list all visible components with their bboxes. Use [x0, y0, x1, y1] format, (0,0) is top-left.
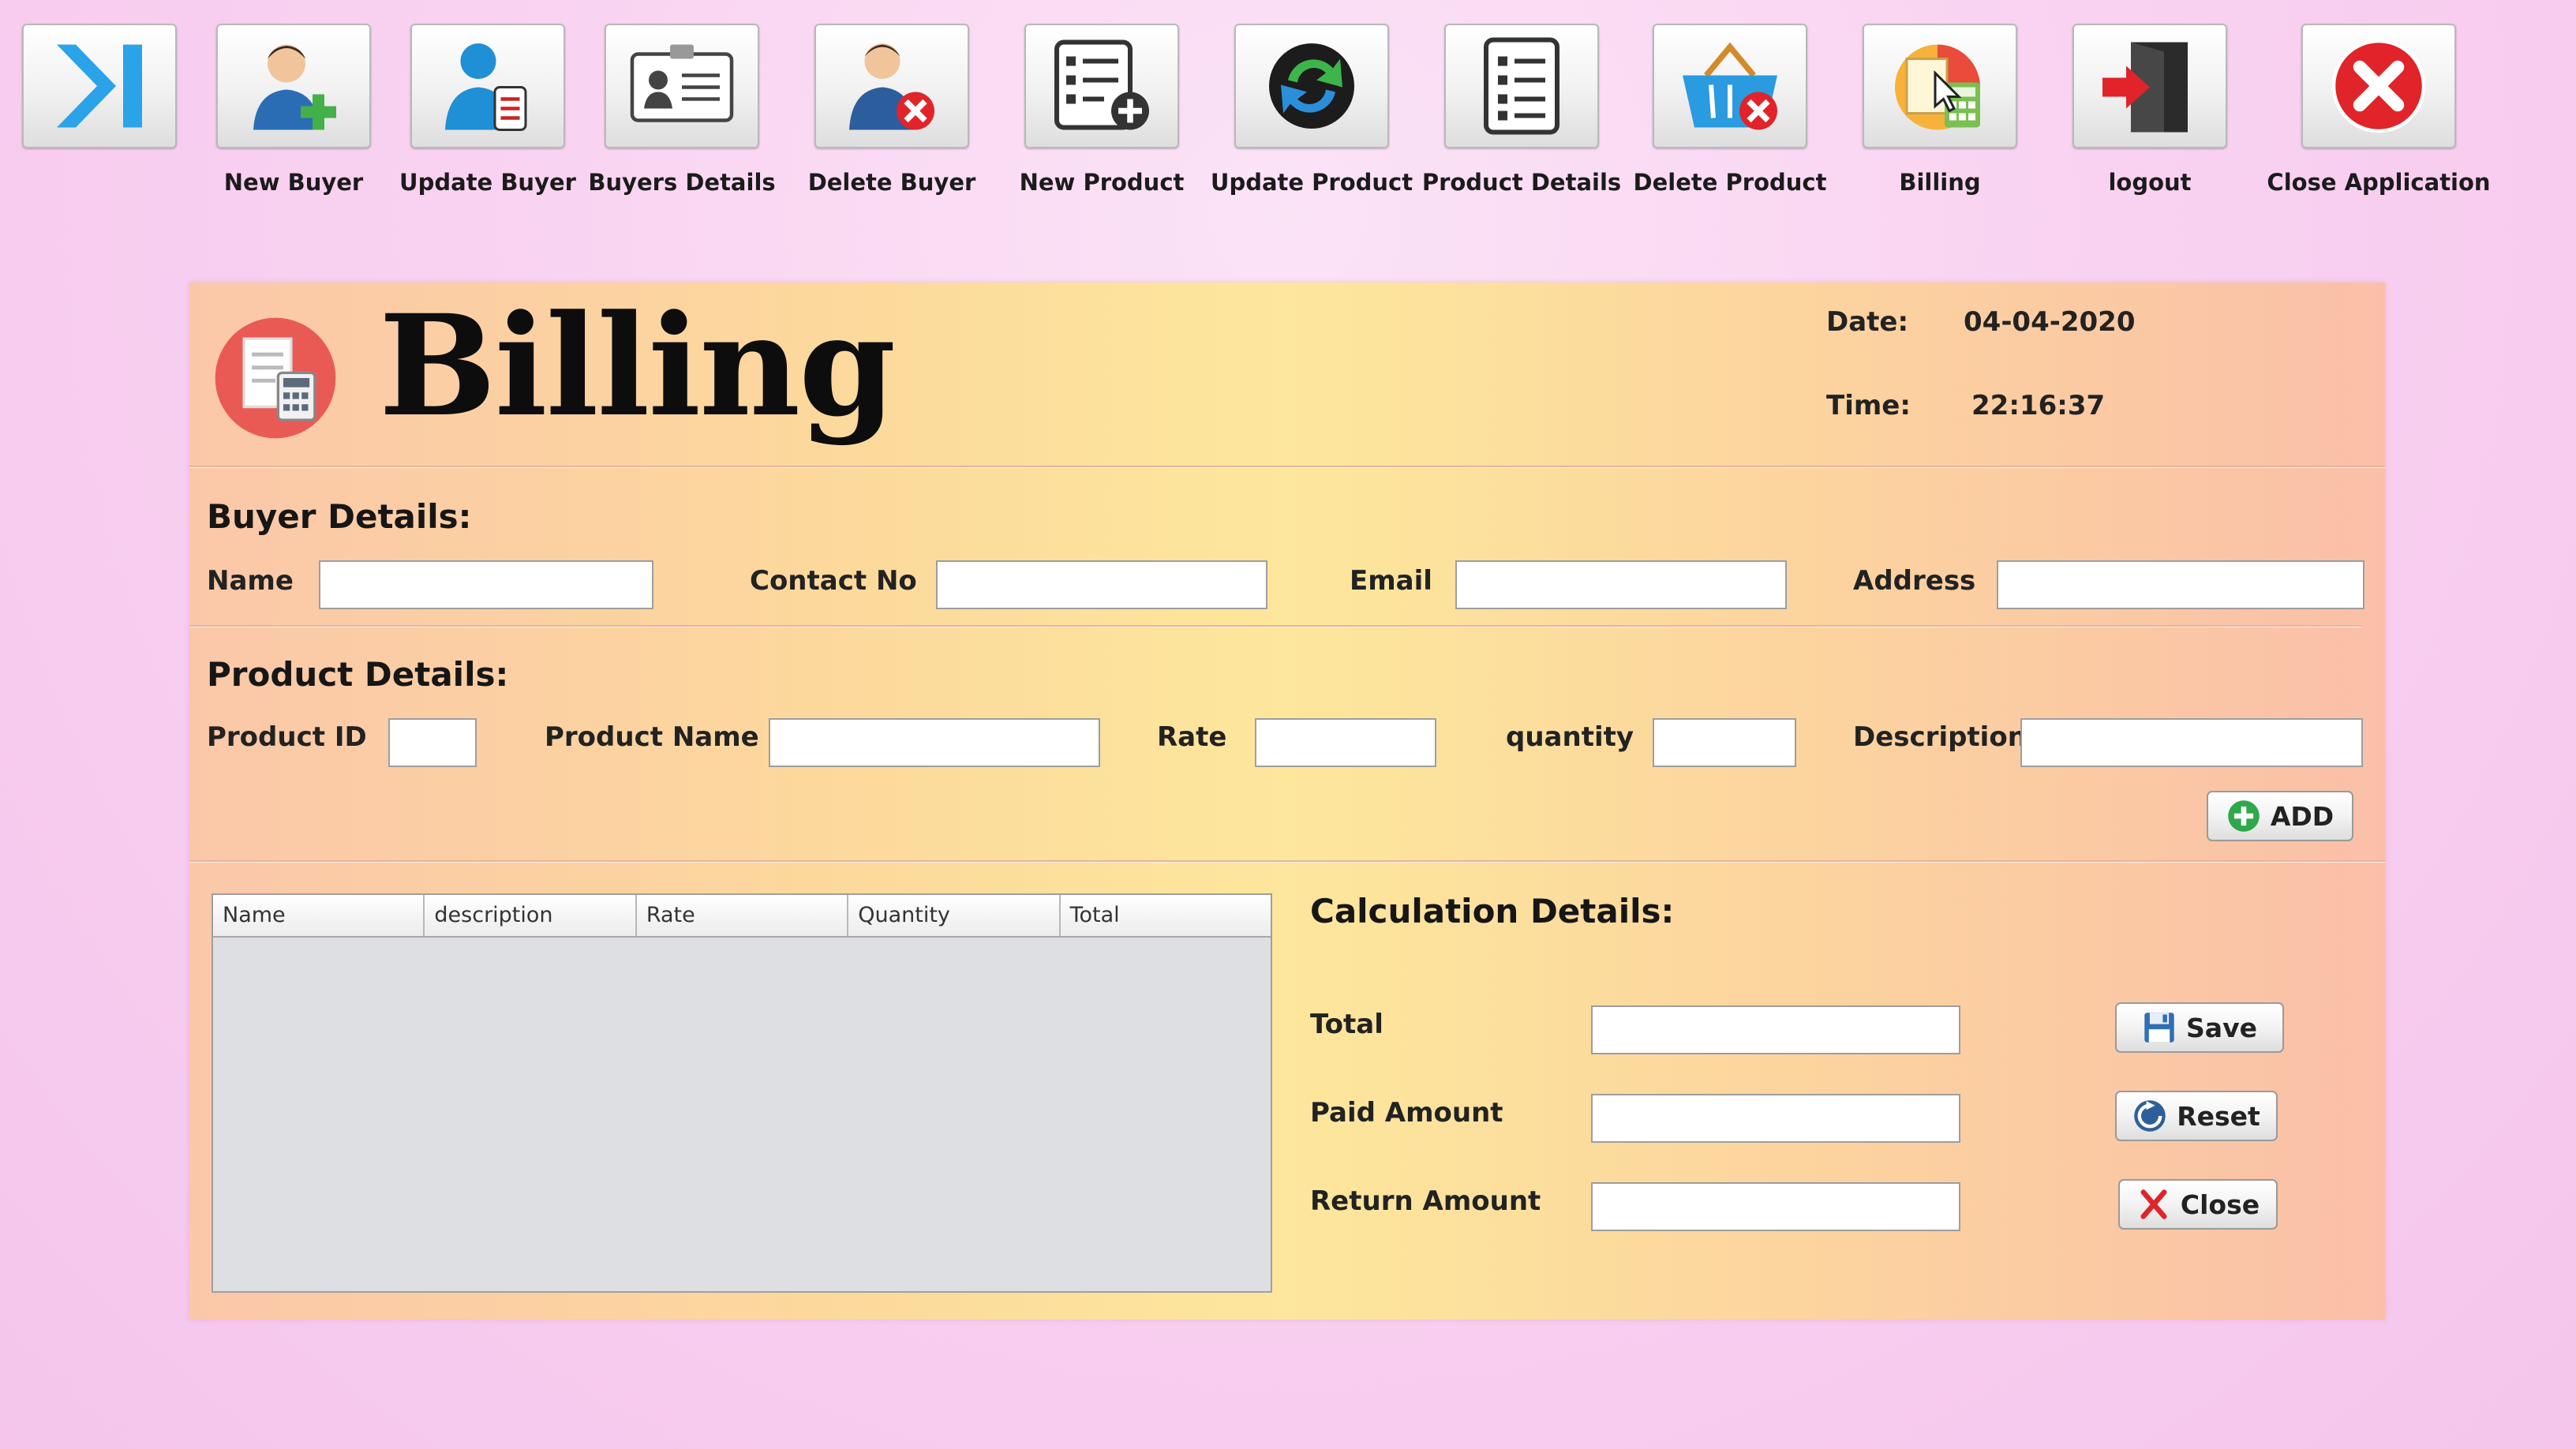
new-product-label: New Product [1019, 169, 1185, 196]
contact-no-input[interactable] [936, 560, 1267, 609]
update-buyer-label: Update Buyer [399, 169, 576, 196]
rate-label: Rate [1157, 721, 1227, 753]
description-input[interactable] [2020, 718, 2363, 767]
update-product-button[interactable]: Update Product [1211, 24, 1413, 196]
reset-button-label: Reset [2177, 1100, 2260, 1132]
add-button-label: ADD [2270, 800, 2334, 832]
id-card-icon [630, 44, 734, 122]
delete-basket-icon [1683, 42, 1777, 130]
billing-label: Billing [1899, 169, 1981, 196]
total-label: Total [1310, 1009, 1383, 1040]
column-header-name[interactable]: Name [213, 895, 425, 936]
time-label: Time: [1826, 390, 1911, 421]
buyers-details-button[interactable]: Buyers Details [588, 24, 776, 196]
calculation-details-heading: Calculation Details: [1310, 892, 1675, 930]
update-user-icon [445, 43, 527, 131]
close-button[interactable]: Close [2118, 1179, 2278, 1230]
email-input[interactable] [1455, 560, 1787, 609]
close-application-label: Close Application [2267, 169, 2491, 196]
product-details-button[interactable]: Product Details [1422, 24, 1621, 196]
product-divider [189, 860, 2385, 863]
delete-product-button[interactable]: Delete Product [1634, 24, 1826, 196]
page-title: Billing [379, 284, 896, 447]
buyer-name-label: Name [207, 565, 294, 597]
column-header-total[interactable]: Total [1061, 895, 1271, 936]
quantity-label: quantity [1506, 721, 1634, 753]
billing-logo-icon [215, 317, 336, 439]
buyer-details-heading: Buyer Details: [207, 497, 472, 536]
new-buyer-label: New Buyer [223, 169, 364, 196]
product-details-label: Product Details [1421, 169, 1622, 196]
date-label: Date: [1826, 306, 1909, 338]
buyer-divider [189, 625, 2361, 627]
add-button[interactable]: ADD [2207, 791, 2353, 841]
column-header-quantity[interactable]: Quantity [848, 895, 1061, 936]
billing-button[interactable]: Billing [1863, 24, 2017, 196]
contact-no-label: Contact No [750, 565, 917, 597]
buyers-details-label: Buyers Details [588, 169, 776, 196]
add-circle-icon [2228, 800, 2260, 832]
list-icon [1484, 37, 1559, 135]
bill-items-table[interactable]: Name description Rate Quantity Total [212, 893, 1272, 1293]
time-value: 22:16:37 [1971, 390, 2106, 421]
table-body [213, 938, 1271, 1293]
logout-button[interactable]: logout [2072, 24, 2227, 196]
product-name-input[interactable] [769, 718, 1100, 767]
add-list-icon [1054, 39, 1149, 130]
skip-forward-icon [57, 44, 142, 128]
description-label: Description [1853, 721, 2027, 753]
address-input[interactable] [1997, 560, 2364, 609]
close-circle-icon [2331, 39, 2426, 133]
product-details-heading: Product Details: [207, 655, 509, 694]
save-button[interactable]: Save [2115, 1002, 2284, 1053]
table-header: Name description Rate Quantity Total [213, 895, 1271, 938]
close-application-button[interactable]: Close Application [2267, 24, 2491, 196]
delete-buyer-label: Delete Buyer [807, 169, 976, 196]
buyer-name-input[interactable] [319, 560, 653, 609]
billing-icon [1895, 44, 1980, 130]
floppy-disk-icon [2144, 1013, 2174, 1043]
address-label: Address [1853, 565, 1976, 597]
delete-product-label: Delete Product [1633, 169, 1827, 196]
close-button-label: Close [2180, 1189, 2260, 1220]
rate-input[interactable] [1255, 718, 1436, 767]
logout-door-icon [2102, 42, 2188, 133]
main-toolbar: New Buyer Update Buyer Buyers Details De… [0, 0, 2576, 213]
product-id-input[interactable] [388, 718, 477, 767]
column-header-description[interactable]: description [425, 895, 637, 936]
billing-panel: Billing Date: 04-04-2020 Time: 22:16:37 … [189, 283, 2385, 1320]
total-input[interactable] [1591, 1005, 1960, 1054]
delete-buyer-button[interactable]: Delete Buyer [808, 24, 975, 196]
product-name-label: Product Name [545, 721, 759, 753]
add-user-icon [253, 44, 336, 130]
save-button-label: Save [2186, 1012, 2257, 1043]
return-amount-label: Return Amount [1310, 1185, 1541, 1217]
product-id-label: Product ID [207, 721, 367, 753]
paid-amount-label: Paid Amount [1310, 1097, 1503, 1129]
update-product-label: Update Product [1210, 169, 1413, 196]
new-buyer-button[interactable]: New Buyer [216, 24, 371, 196]
reset-icon [2134, 1100, 2166, 1132]
logout-label: logout [2108, 169, 2192, 196]
close-x-icon [2140, 1189, 2167, 1219]
sync-icon [1269, 43, 1354, 129]
new-product-button[interactable]: New Product [1020, 24, 1184, 196]
email-label: Email [1350, 565, 1432, 597]
reset-button[interactable]: Reset [2115, 1091, 2278, 1141]
update-buyer-button[interactable]: Update Buyer [399, 24, 576, 196]
paid-amount-input[interactable] [1591, 1094, 1960, 1143]
delete-user-icon [849, 43, 934, 130]
column-header-rate[interactable]: Rate [637, 895, 849, 936]
quantity-input[interactable] [1653, 718, 1796, 767]
return-amount-input[interactable] [1591, 1182, 1960, 1231]
date-value: 04-04-2020 [1964, 306, 2136, 338]
toolbar-next-button[interactable] [22, 24, 177, 148]
header-divider [189, 466, 2385, 468]
